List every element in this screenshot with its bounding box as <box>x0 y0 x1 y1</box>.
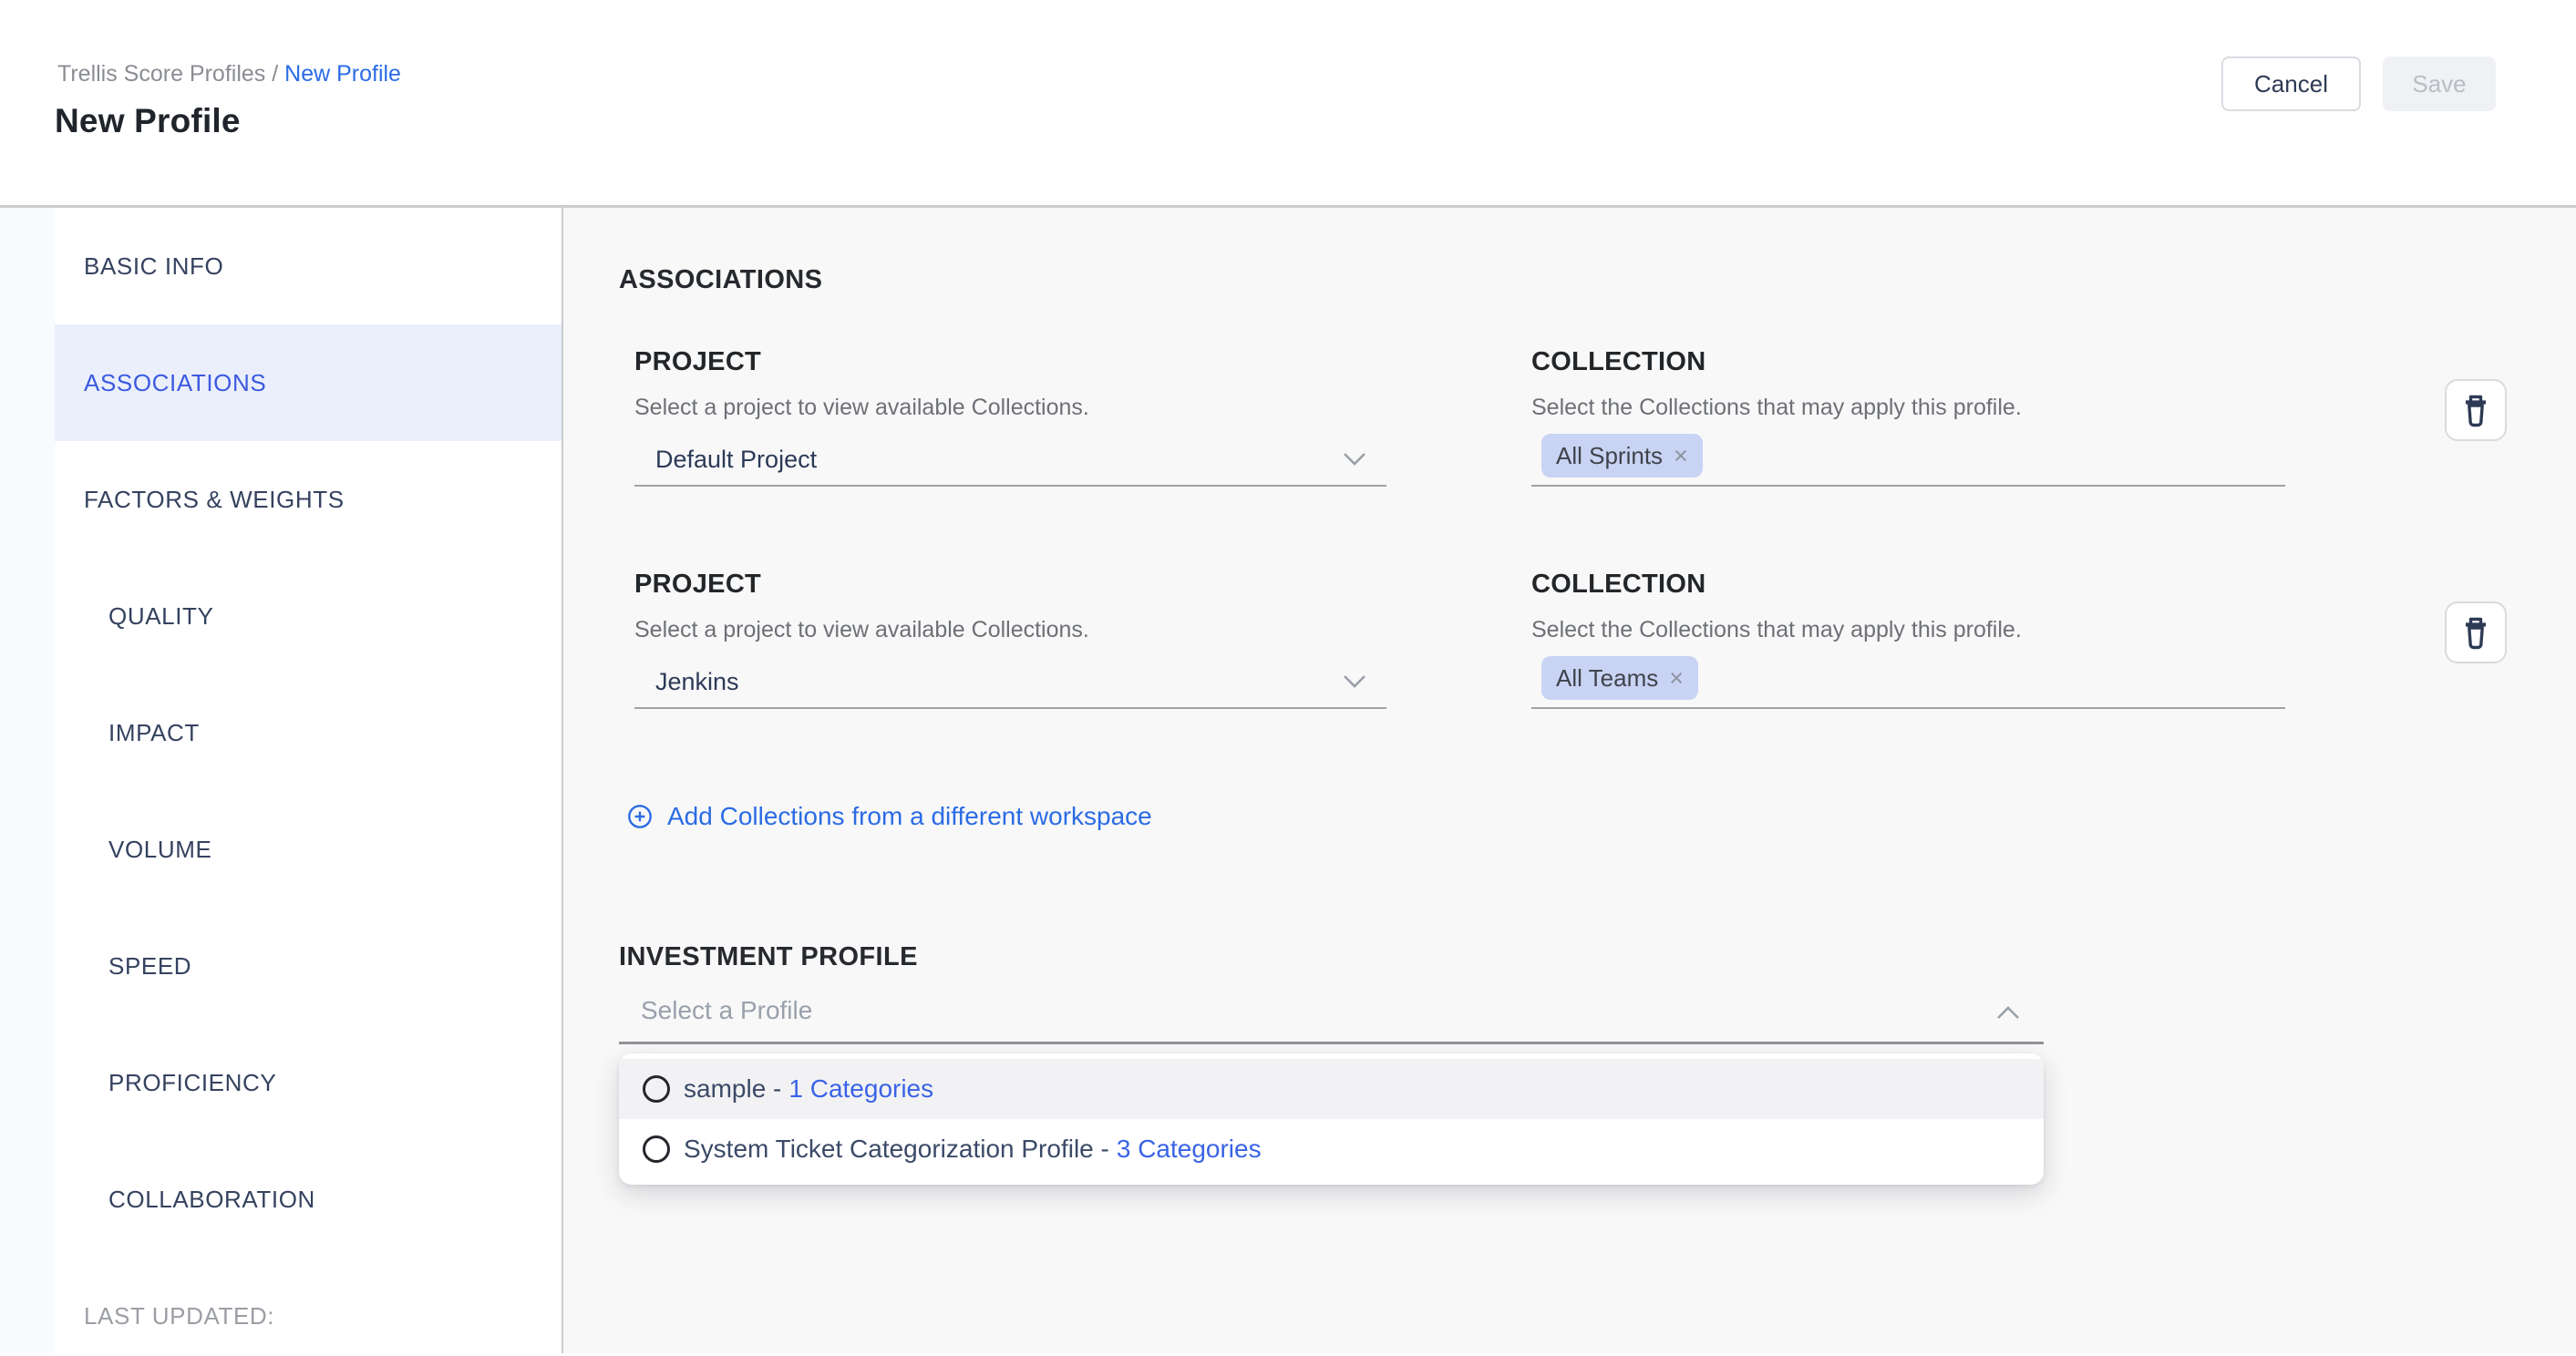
collection-label: COLLECTION <box>1531 569 2285 600</box>
add-collections-link[interactable]: Add Collections from a different workspa… <box>627 802 1152 831</box>
chevron-down-icon <box>1343 674 1366 689</box>
tag-remove-icon[interactable]: × <box>1674 444 1688 468</box>
sidebar-item-speed[interactable]: SPEED <box>55 908 562 1024</box>
sidebar-item-proficiency[interactable]: PROFICIENCY <box>55 1024 562 1141</box>
project-select-value: Default Project <box>634 446 817 474</box>
delete-association-button[interactable] <box>2445 379 2507 441</box>
collection-field: COLLECTION Select the Collections that m… <box>1531 569 2285 709</box>
content-area: BASIC INFO ASSOCIATIONS FACTORS & WEIGHT… <box>0 208 2576 1353</box>
project-description: Select a project to view available Colle… <box>634 394 1386 421</box>
project-description: Select a project to view available Colle… <box>634 616 1386 643</box>
tag-remove-icon[interactable]: × <box>1669 666 1684 691</box>
investment-profile-title: INVESTMENT PROFILE <box>619 941 2576 972</box>
save-button[interactable]: Save <box>2383 56 2496 111</box>
sidebar-item-basic-info[interactable]: BASIC INFO <box>55 208 562 324</box>
option-categories-link[interactable]: 1 Categories <box>788 1074 933 1104</box>
collection-tag: All Teams × <box>1541 656 1698 700</box>
collection-description: Select the Collections that may apply th… <box>1531 616 2285 643</box>
project-select-value: Jenkins <box>634 668 739 696</box>
sidebar: BASIC INFO ASSOCIATIONS FACTORS & WEIGHT… <box>55 208 563 1353</box>
sidebar-item-quality[interactable]: QUALITY <box>55 558 562 674</box>
project-select[interactable]: Jenkins <box>634 656 1386 709</box>
project-label: PROJECT <box>634 346 1386 377</box>
radio-icon[interactable] <box>643 1075 670 1103</box>
plus-circle-icon <box>627 804 653 829</box>
header-actions: Cancel Save <box>2221 56 2496 111</box>
page-header: Trellis Score Profiles / New Profile New… <box>0 0 2576 208</box>
collection-description: Select the Collections that may apply th… <box>1531 394 2285 421</box>
project-field: PROJECT Select a project to view availab… <box>634 346 1386 487</box>
breadcrumb-current-link[interactable]: New Profile <box>284 61 401 87</box>
radio-icon[interactable] <box>643 1135 670 1163</box>
chevron-down-icon <box>1343 452 1366 467</box>
delete-association-button[interactable] <box>2445 601 2507 663</box>
option-name: System Ticket Categorization Profile - <box>684 1135 1109 1164</box>
trash-icon <box>2459 392 2492 428</box>
sidebar-item-volume[interactable]: VOLUME <box>55 791 562 908</box>
breadcrumb-parent-link[interactable]: Trellis Score Profiles <box>57 61 265 87</box>
add-collections-label: Add Collections from a different workspa… <box>667 802 1152 831</box>
chevron-up-icon <box>1996 1005 2020 1020</box>
trash-icon <box>2459 614 2492 651</box>
collection-tags-input[interactable]: All Teams × <box>1531 656 2285 709</box>
collection-tags-input[interactable]: All Sprints × <box>1531 434 2285 487</box>
sidebar-last-updated-label: LAST UPDATED: <box>55 1258 562 1356</box>
project-label: PROJECT <box>634 569 1386 600</box>
option-categories-link[interactable]: 3 Categories <box>1117 1135 1262 1164</box>
profile-select-placeholder: Select a Profile <box>619 996 812 1025</box>
sidebar-item-associations[interactable]: ASSOCIATIONS <box>55 324 562 441</box>
page-title: New Profile <box>55 102 241 140</box>
option-name: sample - <box>684 1074 781 1104</box>
breadcrumb: Trellis Score Profiles / New Profile <box>57 60 401 87</box>
main-panel: ASSOCIATIONS PROJECT Select a project to… <box>563 208 2576 1353</box>
association-row: PROJECT Select a project to view availab… <box>619 569 2576 709</box>
profile-option-system-ticket[interactable]: System Ticket Categorization Profile - 3… <box>619 1119 2044 1179</box>
project-field: PROJECT Select a project to view availab… <box>634 569 1386 709</box>
collection-tag-label: All Teams <box>1556 664 1658 693</box>
collection-label: COLLECTION <box>1531 346 2285 377</box>
breadcrumb-separator: / <box>265 61 284 87</box>
sidebar-item-collaboration[interactable]: COLLABORATION <box>55 1141 562 1258</box>
association-row: PROJECT Select a project to view availab… <box>619 346 2576 487</box>
collection-tag: All Sprints × <box>1541 434 1703 478</box>
collection-tag-label: All Sprints <box>1556 442 1663 470</box>
left-gutter <box>0 208 55 1353</box>
cancel-button[interactable]: Cancel <box>2221 56 2361 111</box>
sidebar-item-factors-weights[interactable]: FACTORS & WEIGHTS <box>55 441 562 558</box>
profile-dropdown: sample - 1 Categories System Ticket Cate… <box>619 1053 2044 1185</box>
collection-field: COLLECTION Select the Collections that m… <box>1531 346 2285 487</box>
sidebar-item-impact[interactable]: IMPACT <box>55 674 562 791</box>
project-select[interactable]: Default Project <box>634 434 1386 487</box>
associations-section-title: ASSOCIATIONS <box>619 264 2576 295</box>
profile-option-sample[interactable]: sample - 1 Categories <box>619 1059 2044 1119</box>
investment-profile-select[interactable]: Select a Profile <box>619 980 2044 1044</box>
